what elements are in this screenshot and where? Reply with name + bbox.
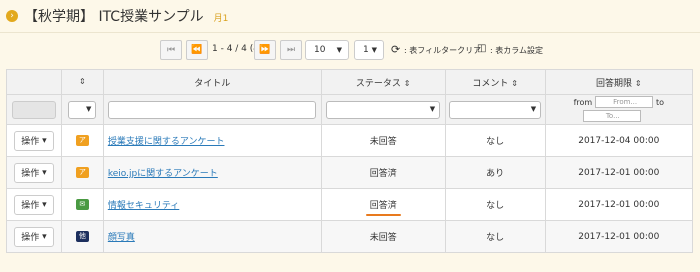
page-size-value: 10 [314, 45, 326, 55]
questionnaire-icon: ア [75, 167, 89, 178]
comment-filter-select[interactable]: ▼ [449, 100, 542, 119]
deadline-cell: 2017-12-01 00:00 [544, 156, 694, 189]
dropdown-arrow-icon: ▼ [336, 46, 342, 54]
table-row: 操作 ▾ ア 授業支援に関するアンケート 未回答 なし 2017-12-04 0… [6, 124, 694, 157]
operation-label: 操作 [21, 201, 40, 211]
last-page-button[interactable]: ⏭ [280, 40, 302, 60]
sort-icon: ⇕ [403, 78, 411, 88]
table-row: 操作 ▾ ア keio.jpに関するアンケート 回答済 あり 2017-12-0… [6, 156, 694, 189]
col-header-deadline-label: 回答期限 [596, 78, 633, 89]
op-filter-disabled [11, 100, 56, 119]
first-page-button[interactable]: ⏮ [160, 40, 182, 60]
to-date-input[interactable]: To... [582, 109, 641, 122]
status-cell: 回答済 [320, 188, 446, 221]
table-row: 操作 ▾ ✉ 情報セキュリティ 回答済 なし 2017-12-01 00:00 [6, 188, 694, 221]
col-header-type[interactable]: ⇕ [60, 69, 104, 95]
page-size-select[interactable]: 10 ▼ [305, 40, 349, 60]
operation-button[interactable]: 操作 ▾ [13, 226, 54, 247]
page-title: 【秋学期】 ITC授業サンプル [24, 9, 204, 25]
col-header-title-label: タイトル [194, 78, 231, 89]
column-settings-link[interactable]: : 表カラム設定 [490, 45, 543, 56]
status-cell: 回答済 [320, 156, 446, 189]
page-number-select[interactable]: 1 ▼ [354, 40, 384, 60]
sort-icon: ⇕ [511, 78, 518, 88]
next-page-icon: ⏩ [259, 45, 271, 55]
operation-button[interactable]: 操作 ▾ [13, 194, 54, 215]
from-label: from [573, 97, 593, 107]
sort-icon: ⇕ [634, 78, 642, 88]
sort-icon: ⇕ [79, 77, 86, 86]
title-link[interactable]: 顔写真 [108, 233, 135, 243]
title-link[interactable]: 情報セキュリティ [108, 201, 179, 211]
page-header: › 【秋学期】 ITC授業サンプル 月1 [0, 0, 700, 33]
other-type-icon: 他 [75, 231, 89, 242]
comment-cell: なし [444, 220, 546, 253]
operation-button[interactable]: 操作 ▾ [13, 162, 54, 183]
page-subtitle: 月1 [213, 14, 229, 24]
col-header-title[interactable]: タイトル [102, 69, 322, 95]
refresh-icon[interactable]: ⟳ [391, 43, 400, 56]
comment-cell: なし [444, 188, 546, 221]
questionnaire-icon: ア [75, 135, 89, 146]
col-header-status-label: ステータス [355, 78, 401, 89]
last-page-icon: ⏭ [286, 45, 296, 55]
deadline-cell: 2017-12-01 00:00 [544, 188, 694, 221]
survey-table: ⇕ タイトル ステータス ⇕ コメント ⇕ 回答期限 ⇕ ▼ ▼ ▼ from … [6, 69, 694, 253]
col-header-op [6, 69, 62, 95]
envelope-icon: ✉ [75, 199, 89, 210]
status-filter-select[interactable]: ▼ [326, 100, 441, 119]
columns-icon[interactable]: ◫ [477, 43, 486, 54]
title-link[interactable]: keio.jpに関するアンケート [108, 169, 218, 179]
comment-cell: なし [444, 124, 546, 157]
title-link[interactable]: 授業支援に関するアンケート [108, 137, 225, 147]
caret-down-icon: ▾ [42, 231, 47, 242]
col-header-comment[interactable]: コメント ⇕ [444, 69, 546, 95]
chevron-right-circle-icon: › [6, 10, 18, 22]
operation-label: 操作 [21, 169, 40, 179]
prev-page-button[interactable]: ⏪ [186, 40, 208, 60]
col-header-status[interactable]: ステータス ⇕ [320, 69, 446, 95]
caret-down-icon: ▾ [42, 199, 47, 210]
col-header-deadline[interactable]: 回答期限 ⇕ [544, 69, 694, 95]
next-page-button[interactable]: ⏩ [254, 40, 276, 60]
dropdown-arrow-icon: ▼ [371, 46, 377, 54]
caret-down-icon: ▾ [42, 135, 47, 146]
prev-page-icon: ⏪ [191, 45, 203, 55]
deadline-cell: 2017-12-01 00:00 [544, 220, 694, 253]
type-filter-select[interactable]: ▼ [68, 100, 97, 119]
deadline-cell: 2017-12-04 00:00 [544, 124, 694, 157]
operation-label: 操作 [21, 233, 40, 243]
clear-filter-link[interactable]: : 表フィルタークリア [404, 45, 481, 56]
comment-cell: あり [444, 156, 546, 189]
dropdown-arrow-icon: ▼ [85, 104, 92, 113]
status-text-highlighted: 回答済 [365, 198, 401, 216]
status-cell: 未回答 [320, 124, 446, 157]
title-filter-input[interactable] [108, 100, 317, 119]
operation-button[interactable]: 操作 ▾ [13, 130, 54, 151]
from-date-input[interactable]: From... [595, 96, 654, 109]
col-header-comment-label: コメント [472, 78, 509, 89]
dropdown-arrow-icon: ▼ [530, 104, 537, 113]
to-label: to [655, 97, 664, 107]
page-number-value: 1 [363, 45, 369, 55]
pagination-toolbar: ⏮ ⏪ 1 - 4 / 4 (4) ⏩ ⏭ 10 ▼ 1 ▼ ⟳ : 表フィルタ… [0, 40, 700, 62]
first-page-icon: ⏮ [166, 45, 176, 55]
dropdown-arrow-icon: ▼ [429, 104, 436, 113]
caret-down-icon: ▾ [42, 167, 47, 178]
operation-label: 操作 [21, 137, 40, 147]
status-cell: 未回答 [320, 220, 446, 253]
table-row: 操作 ▾ 他 顔写真 未回答 なし 2017-12-01 00:00 [6, 220, 694, 253]
